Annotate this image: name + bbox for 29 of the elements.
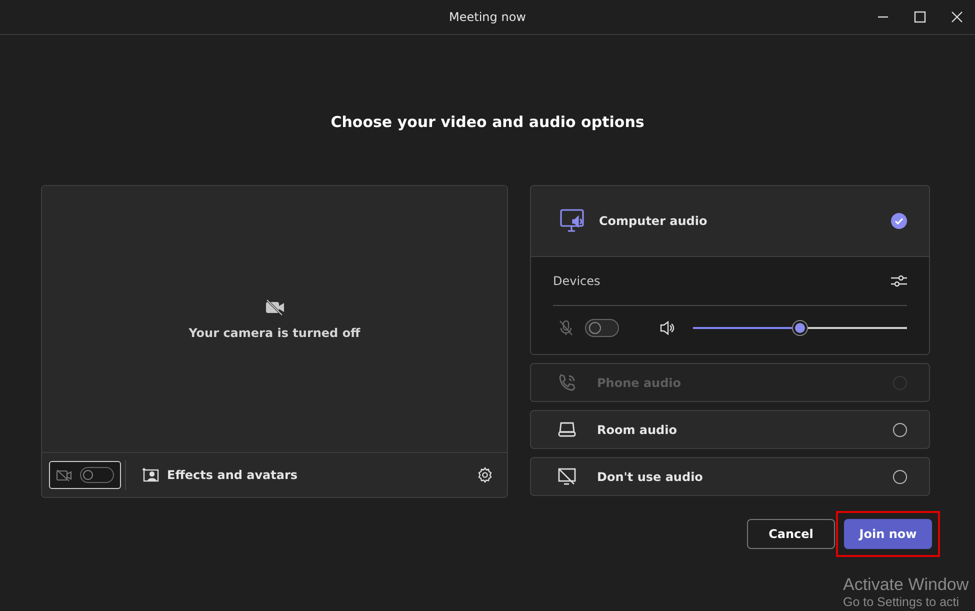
audio-option-label[interactable]: Computer audio [599, 214, 877, 228]
close-icon [950, 11, 962, 23]
activation-notice-text: Go to Settings to acti [843, 595, 960, 609]
portrait-icon [142, 468, 159, 482]
microphone-toggle[interactable] [585, 319, 619, 337]
activation-notice-title: Activate Window [843, 575, 969, 595]
cancel-button[interactable]: Cancel [747, 519, 835, 549]
slider-thumb[interactable] [793, 321, 807, 335]
window-title: Meeting now [449, 10, 526, 24]
camera-status-text: Your camera is turned off [188, 326, 360, 340]
no-audio-icon [557, 466, 577, 486]
camera-toggle[interactable] [49, 461, 121, 489]
microphone-off-icon [559, 320, 573, 336]
effects-button[interactable]: Effects and avatars [142, 468, 298, 482]
monitor-speaker-icon [559, 208, 585, 234]
selected-check-icon[interactable] [891, 213, 907, 229]
radio-button[interactable] [893, 422, 907, 436]
camera-off-icon [264, 298, 284, 316]
camera-off-icon [56, 468, 72, 482]
speaker-icon [659, 320, 675, 336]
maximize-icon [914, 11, 926, 23]
sliders-icon[interactable] [891, 274, 907, 288]
phone-icon [557, 372, 577, 392]
join-button[interactable]: Join now [844, 519, 932, 549]
settings-icon[interactable] [477, 467, 493, 483]
page-heading: Choose your video and audio options [330, 113, 646, 133]
devices-label: Devices [553, 274, 600, 288]
room-device-icon [557, 420, 577, 438]
radio-button[interactable] [893, 470, 907, 484]
